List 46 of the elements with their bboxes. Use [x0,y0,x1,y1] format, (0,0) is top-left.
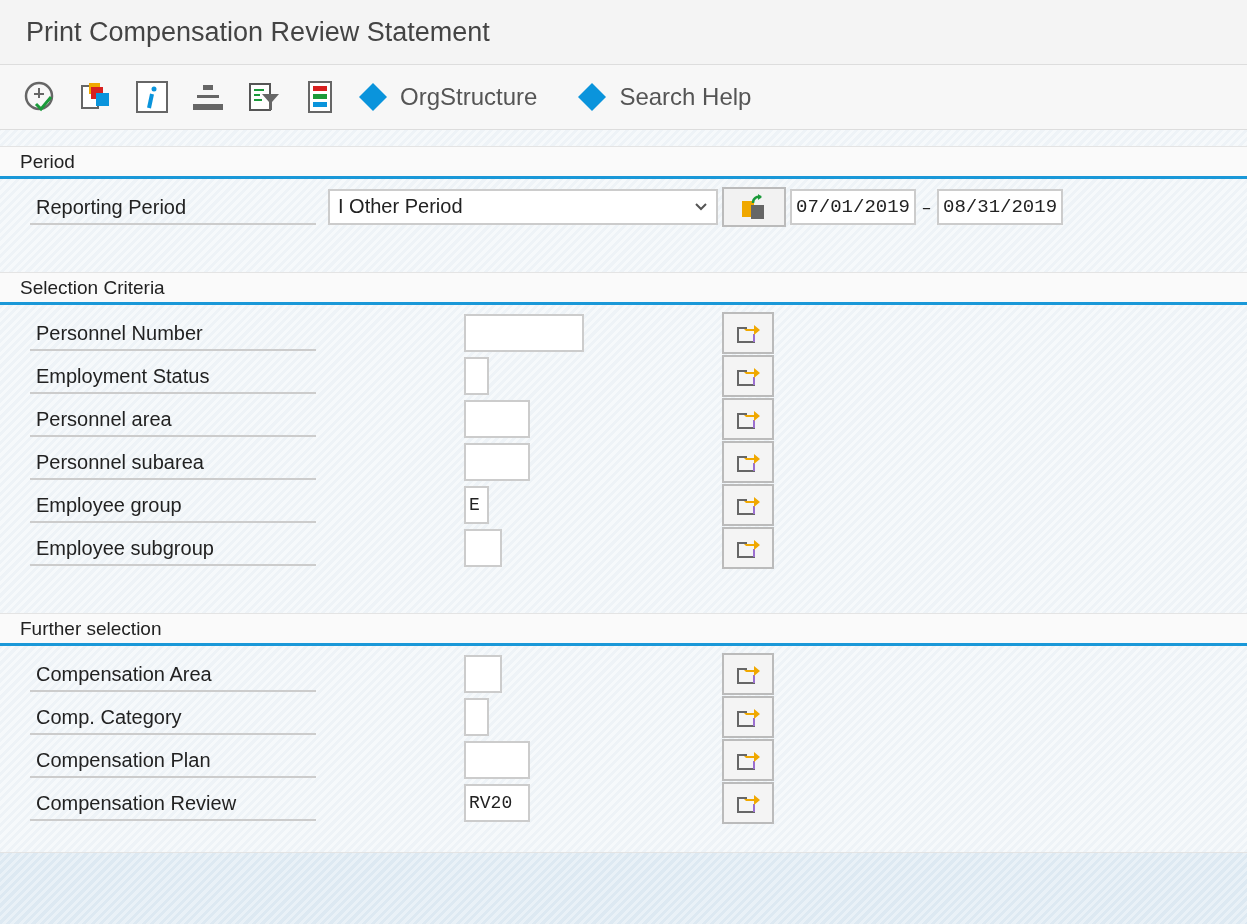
multiple-selection-button[interactable] [722,781,774,824]
input-field[interactable] [464,697,489,736]
period-button[interactable] [722,186,786,227]
date-field[interactable]: 07/01/2019 [790,188,917,225]
input-field[interactable] [464,399,530,438]
input-field[interactable] [464,442,530,481]
multiple-selection-button[interactable] [722,440,774,483]
diamond-icon [577,82,608,112]
range-separator: – [922,196,932,217]
section-heading: Selection Criteria [20,277,165,298]
multiple-selection-button[interactable] [722,738,774,781]
window-title: Print Compensation Review Statement [26,16,490,48]
section-heading: Period [20,151,75,172]
section-heading: Further selection [20,618,162,639]
input-field[interactable] [464,313,584,352]
multiple-selection-button[interactable] [722,354,774,397]
input-field[interactable]: E [464,485,489,524]
multiple-selection-button[interactable] [722,652,774,695]
date-field[interactable]: 08/31/2019 [937,188,1064,225]
diamond-icon [358,82,388,112]
multiple-selection-button[interactable] [722,311,774,354]
field-label: Comp. Category [30,698,316,735]
input-field[interactable] [464,740,530,779]
field-label: Personnel subarea [30,443,316,480]
toolbar-link-button[interactable]: Search Help [577,82,752,112]
input-field[interactable] [464,528,502,567]
field-label: Employment Status [30,357,316,394]
input-field[interactable] [464,654,502,693]
field-label: Personnel area [30,400,316,437]
multiple-selection-button[interactable] [722,483,774,526]
chevron-down-icon [694,201,708,212]
field-label: Employee group [30,486,316,523]
input-field[interactable]: RV20 [464,783,530,822]
field-label: Personnel Number [30,314,316,351]
info-button[interactable] [134,79,170,115]
field-label: Reporting Period [30,188,316,225]
period-dropdown[interactable]: I Other Period [328,188,718,225]
field-label: Compensation Plan [30,741,316,778]
field-label: Compensation Review [30,784,316,821]
multiple-selection-button[interactable] [722,695,774,738]
field-label: Employee subgroup [30,529,316,566]
multiple-selection-button[interactable] [722,526,774,569]
input-field[interactable] [464,356,489,395]
multiple-selection-button[interactable] [722,397,774,440]
toolbar-link-button[interactable]: OrgStructure [358,82,538,112]
field-label: Compensation Area [30,655,316,692]
